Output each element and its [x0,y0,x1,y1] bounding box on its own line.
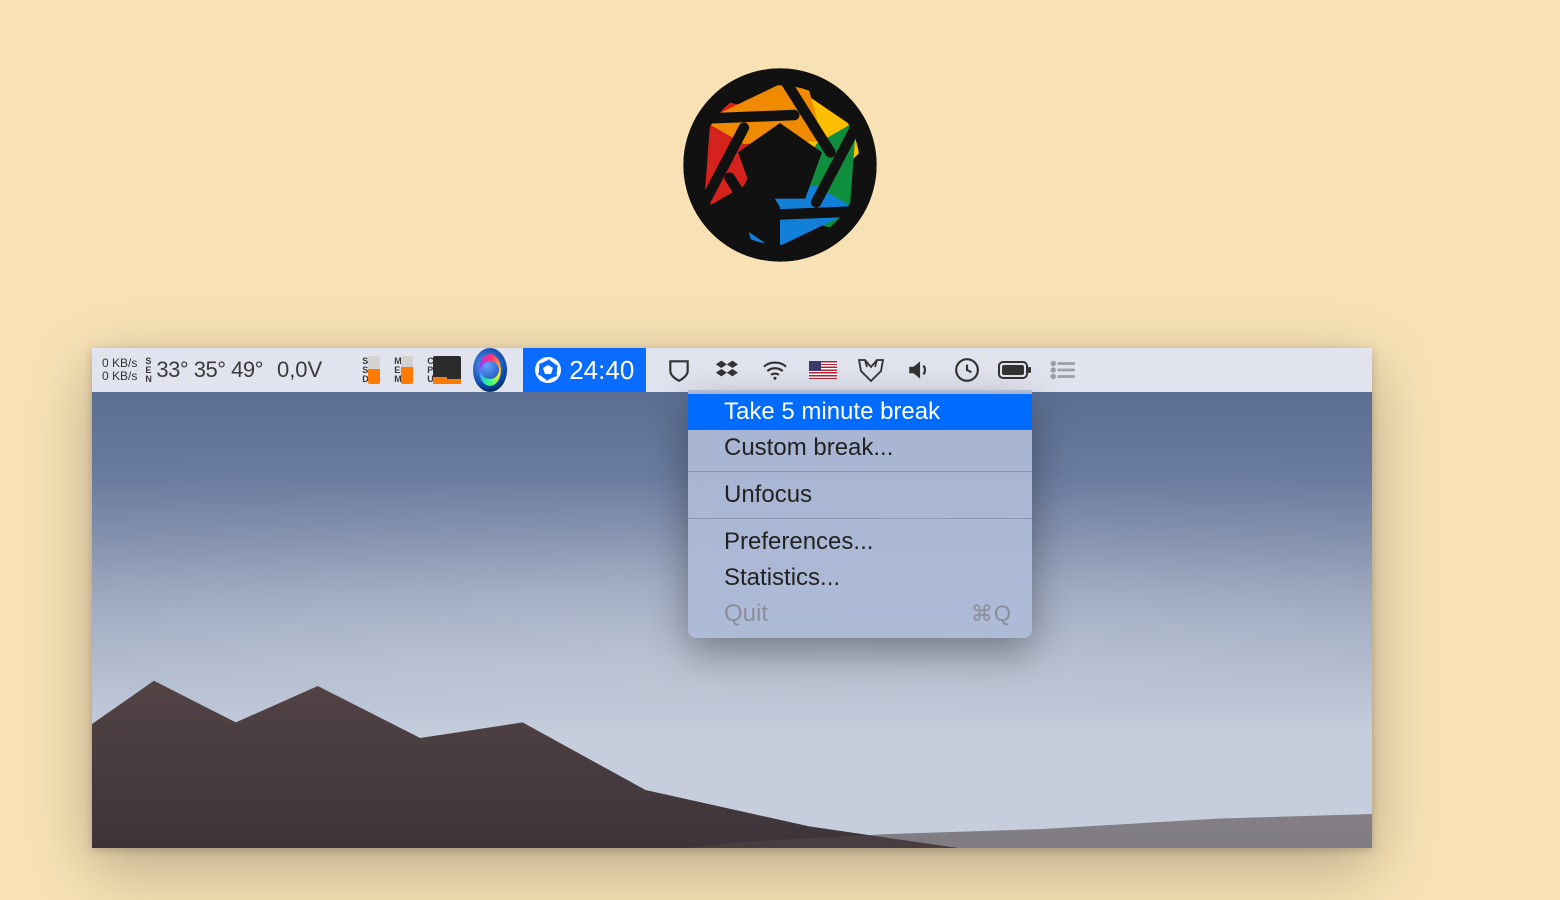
ssd-indicator: SSD [362,356,380,384]
mem-indicator: MEM [394,356,413,384]
menu-item-unfocus[interactable]: Unfocus [688,477,1032,513]
menu-item-label: Preferences... [724,528,873,556]
mountain-silhouette [92,608,1096,848]
menu-item-quit[interactable]: Quit ⌘Q [688,596,1032,632]
volume-icon[interactable] [902,348,936,392]
dropbox-icon[interactable] [710,348,744,392]
menu-item-preferences[interactable]: Preferences... [688,524,1032,560]
menu-item-label: Statistics... [724,564,840,592]
screenshot-window: 0 KB/s 0 KB/s SEN 33° 35° 49° 0,0V SSD M… [92,348,1372,848]
wifi-icon[interactable] [758,348,792,392]
menu-item-label: Quit [724,600,768,628]
app-hero-logo [675,60,885,275]
fox-outline-icon[interactable] [854,348,888,392]
shield-outline-icon[interactable] [662,348,696,392]
menu-item-label: Unfocus [724,481,812,509]
net-down: 0 KB/s [102,370,137,383]
battery-icon[interactable] [998,348,1032,392]
sensor-label: SEN [145,357,152,384]
timer-dropdown-menu: Take 5 minute break Custom break... Unfo… [688,390,1032,638]
timer-countdown: 24:40 [569,355,634,386]
mac-menubar: 0 KB/s 0 KB/s SEN 33° 35° 49° 0,0V SSD M… [92,348,1372,392]
temperature-readout: 33° 35° 49° [156,357,263,383]
aperture-mini-icon [535,357,561,383]
menu-separator [688,518,1032,519]
menu-item-label: Custom break... [724,434,893,462]
siri-icon[interactable] [473,348,507,392]
focus-timer-menubar-item[interactable]: 24:40 [523,348,646,392]
network-speed-indicator: 0 KB/s 0 KB/s [102,357,137,382]
menu-item-shortcut: ⌘Q [971,601,1012,627]
clock-icon[interactable] [950,348,984,392]
menu-item-label: Take 5 minute break [724,398,940,426]
cpu-indicator: CPU [427,356,461,384]
menu-item-custom-break[interactable]: Custom break... [688,430,1032,466]
menu-separator [688,471,1032,472]
voltage-readout: 0,0V [277,357,322,383]
menu-item-take-break[interactable]: Take 5 minute break [688,394,1032,430]
list-icon[interactable] [1046,348,1080,392]
us-flag-icon[interactable] [806,348,840,392]
menu-item-statistics[interactable]: Statistics... [688,560,1032,596]
